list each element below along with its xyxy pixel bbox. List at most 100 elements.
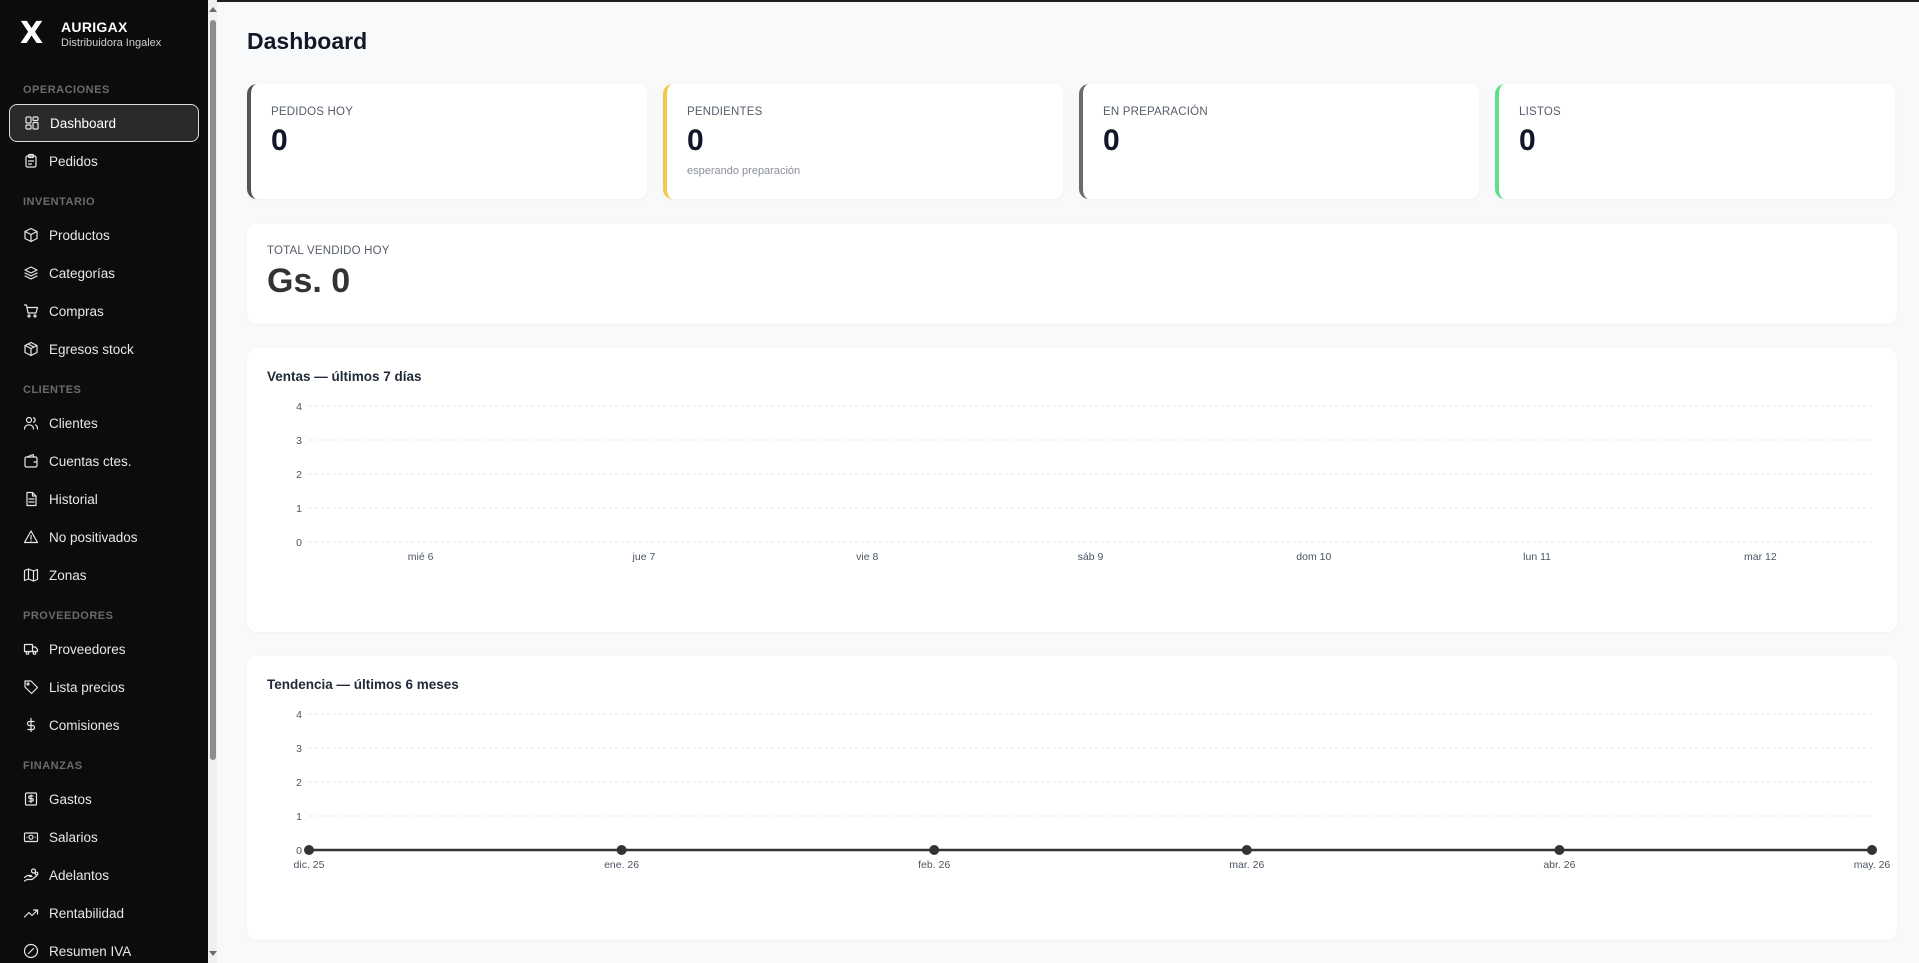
sidebar-item-historial[interactable]: Historial	[9, 480, 199, 518]
stat-label: EN PREPARACIÓN	[1103, 106, 1208, 118]
stat-card-pedidos-hoy: PEDIDOS HOY 0	[247, 84, 647, 199]
sidebar-section-title: OPERACIONES	[23, 84, 110, 96]
brand[interactable]: X AURIGAX Distribuidora Ingalex	[20, 18, 161, 51]
sidebar-item-label: No positivados	[49, 529, 138, 545]
sidebar-item-comisiones[interactable]: Comisiones	[9, 706, 199, 744]
alert-icon	[23, 529, 39, 545]
total-value: Gs. 0	[267, 262, 351, 300]
layers-icon	[23, 265, 39, 281]
users-icon	[23, 415, 39, 431]
sidebar-item-label: Zonas	[49, 567, 87, 583]
sidebar-item-categorias[interactable]: Categorías	[9, 254, 199, 292]
sidebar-item-adelantos[interactable]: Adelantos	[9, 856, 199, 894]
sidebar-item-productos[interactable]: Productos	[9, 216, 199, 254]
sidebar-scrollbar[interactable]	[208, 0, 217, 963]
scroll-down-icon[interactable]	[209, 951, 217, 956]
sidebar-item-dashboard[interactable]: Dashboard	[9, 104, 199, 142]
sidebar-item-rentabilidad[interactable]: Rentabilidad	[9, 894, 199, 932]
data-point[interactable]	[1867, 845, 1877, 855]
sidebar-item-lista-precios[interactable]: Lista precios	[9, 668, 199, 706]
sidebar-item-gastos[interactable]: Gastos	[9, 780, 199, 818]
x-tick-label: mié 6	[408, 551, 434, 563]
y-tick-label: 0	[296, 845, 302, 857]
sidebar-item-zonas[interactable]: Zonas	[9, 556, 199, 594]
hand-coins-icon	[23, 867, 39, 883]
sidebar: X AURIGAX Distribuidora Ingalex OPERACIO…	[0, 0, 208, 963]
sales-7-days-chart: Ventas — últimos 7 días 0 1 2 3 4 mié 6 jue 7v…	[247, 348, 1897, 632]
y-tick-label: 3	[296, 435, 302, 447]
stat-label: PEDIDOS HOY	[271, 106, 354, 118]
dashboard-icon	[24, 115, 40, 131]
y-tick-label: 0	[296, 537, 302, 549]
y-tick-label: 1	[296, 811, 302, 823]
sidebar-item-label: Resumen IVA	[49, 943, 132, 959]
stat-value: 0	[1519, 124, 1536, 157]
stat-card-en-preparacion: EN PREPARACIÓN 0	[1079, 84, 1479, 199]
sidebar-item-label: Adelantos	[49, 867, 110, 883]
sidebar-item-label: Gastos	[49, 791, 92, 807]
package-icon	[23, 227, 39, 243]
stat-subtext: esperando preparación	[687, 165, 801, 177]
data-point[interactable]	[616, 845, 627, 855]
trend-6-months-chart: Tendencia — últimos 6 meses 0 1 2 3 4 dic. 25…	[247, 656, 1897, 940]
sidebar-item-egresos-stock[interactable]: Egresos stock	[9, 330, 199, 368]
main-content: Dashboard PEDIDOS HOY 0 PENDIENTES 0 esp…	[217, 0, 1919, 963]
y-tick-label: 1	[296, 503, 302, 515]
sidebar-section-title: PROVEEDORES	[23, 610, 114, 622]
y-tick-label: 2	[296, 777, 302, 789]
receipt-icon	[23, 791, 39, 807]
data-point[interactable]	[304, 845, 314, 855]
y-tick-label: 2	[296, 469, 302, 481]
x-tick-label: may. 26	[1854, 859, 1891, 871]
sidebar-nav: OPERACIONES Dashboard Pedidos INVENTARIO Pro…	[0, 82, 208, 963]
sidebar-section-title: INVENTARIO	[23, 196, 96, 208]
page-title: Dashboard	[247, 28, 368, 54]
x-tick-label: jue 7	[632, 551, 656, 563]
sidebar-item-label: Dashboard	[50, 115, 117, 131]
x-tick-label: mar. 26	[1229, 859, 1264, 871]
stat-label: PENDIENTES	[687, 106, 763, 118]
stat-value: 0	[687, 124, 704, 157]
sidebar-item-salarios[interactable]: Salarios	[9, 818, 199, 856]
scroll-up-icon[interactable]	[209, 7, 217, 12]
stat-card-listos: LISTOS 0	[1495, 84, 1895, 199]
x-tick-label: sáb 9	[1078, 551, 1104, 563]
x-tick-label: feb. 26	[918, 859, 950, 871]
data-point[interactable]	[1554, 845, 1565, 855]
file-icon	[23, 491, 39, 507]
sidebar-item-no-positivados[interactable]: No positivados	[9, 518, 199, 556]
sidebar-item-clientes[interactable]: Clientes	[9, 404, 199, 442]
sidebar-item-pedidos[interactable]: Pedidos	[9, 142, 199, 180]
stat-card-pendientes: PENDIENTES 0 esperando preparación	[663, 84, 1063, 199]
sidebar-item-resumen-iva[interactable]: Resumen IVA	[9, 932, 199, 963]
data-point[interactable]	[1241, 845, 1252, 855]
sidebar-item-label: Categorías	[49, 265, 116, 281]
scrollbar-thumb[interactable]	[210, 20, 216, 760]
sidebar-item-label: Clientes	[49, 415, 98, 431]
truck-icon	[23, 641, 39, 657]
tag-icon	[23, 679, 39, 695]
x-tick-label: mar 12	[1744, 551, 1777, 563]
sidebar-item-proveedores[interactable]: Proveedores	[9, 630, 199, 668]
sidebar-item-label: Historial	[49, 491, 98, 507]
sidebar-item-cuentas-ctes[interactable]: Cuentas ctes.	[9, 442, 199, 480]
x-tick-label: lun 11	[1523, 551, 1551, 563]
sidebar-item-label: Egresos stock	[49, 341, 134, 357]
x-tick-label: abr. 26	[1543, 859, 1575, 871]
x-tick-label: dom 10	[1296, 551, 1331, 563]
sidebar-item-label: Lista precios	[49, 679, 125, 695]
y-tick-label: 3	[296, 743, 302, 755]
cart-icon	[23, 303, 39, 319]
brand-subtitle: Distribuidora Ingalex	[61, 37, 162, 49]
brand-name: AURIGAX	[61, 19, 128, 35]
sidebar-item-label: Cuentas ctes.	[49, 453, 132, 469]
total-label: TOTAL VENDIDO HOY	[267, 245, 390, 257]
sales-7-days-plot: 0 1 2 3 4 mié 6 jue 7 vie 8 sáb 9 dom 10 lun 11 mar…	[296, 401, 1872, 563]
data-point[interactable]	[929, 845, 940, 855]
percent-icon	[23, 943, 39, 959]
x-tick-label: ene. 26	[604, 859, 639, 871]
stat-label: LISTOS	[1519, 106, 1561, 118]
sidebar-item-compras[interactable]: Compras	[9, 292, 199, 330]
sidebar-item-label: Proveedores	[49, 641, 126, 657]
trending-up-icon	[23, 905, 39, 921]
